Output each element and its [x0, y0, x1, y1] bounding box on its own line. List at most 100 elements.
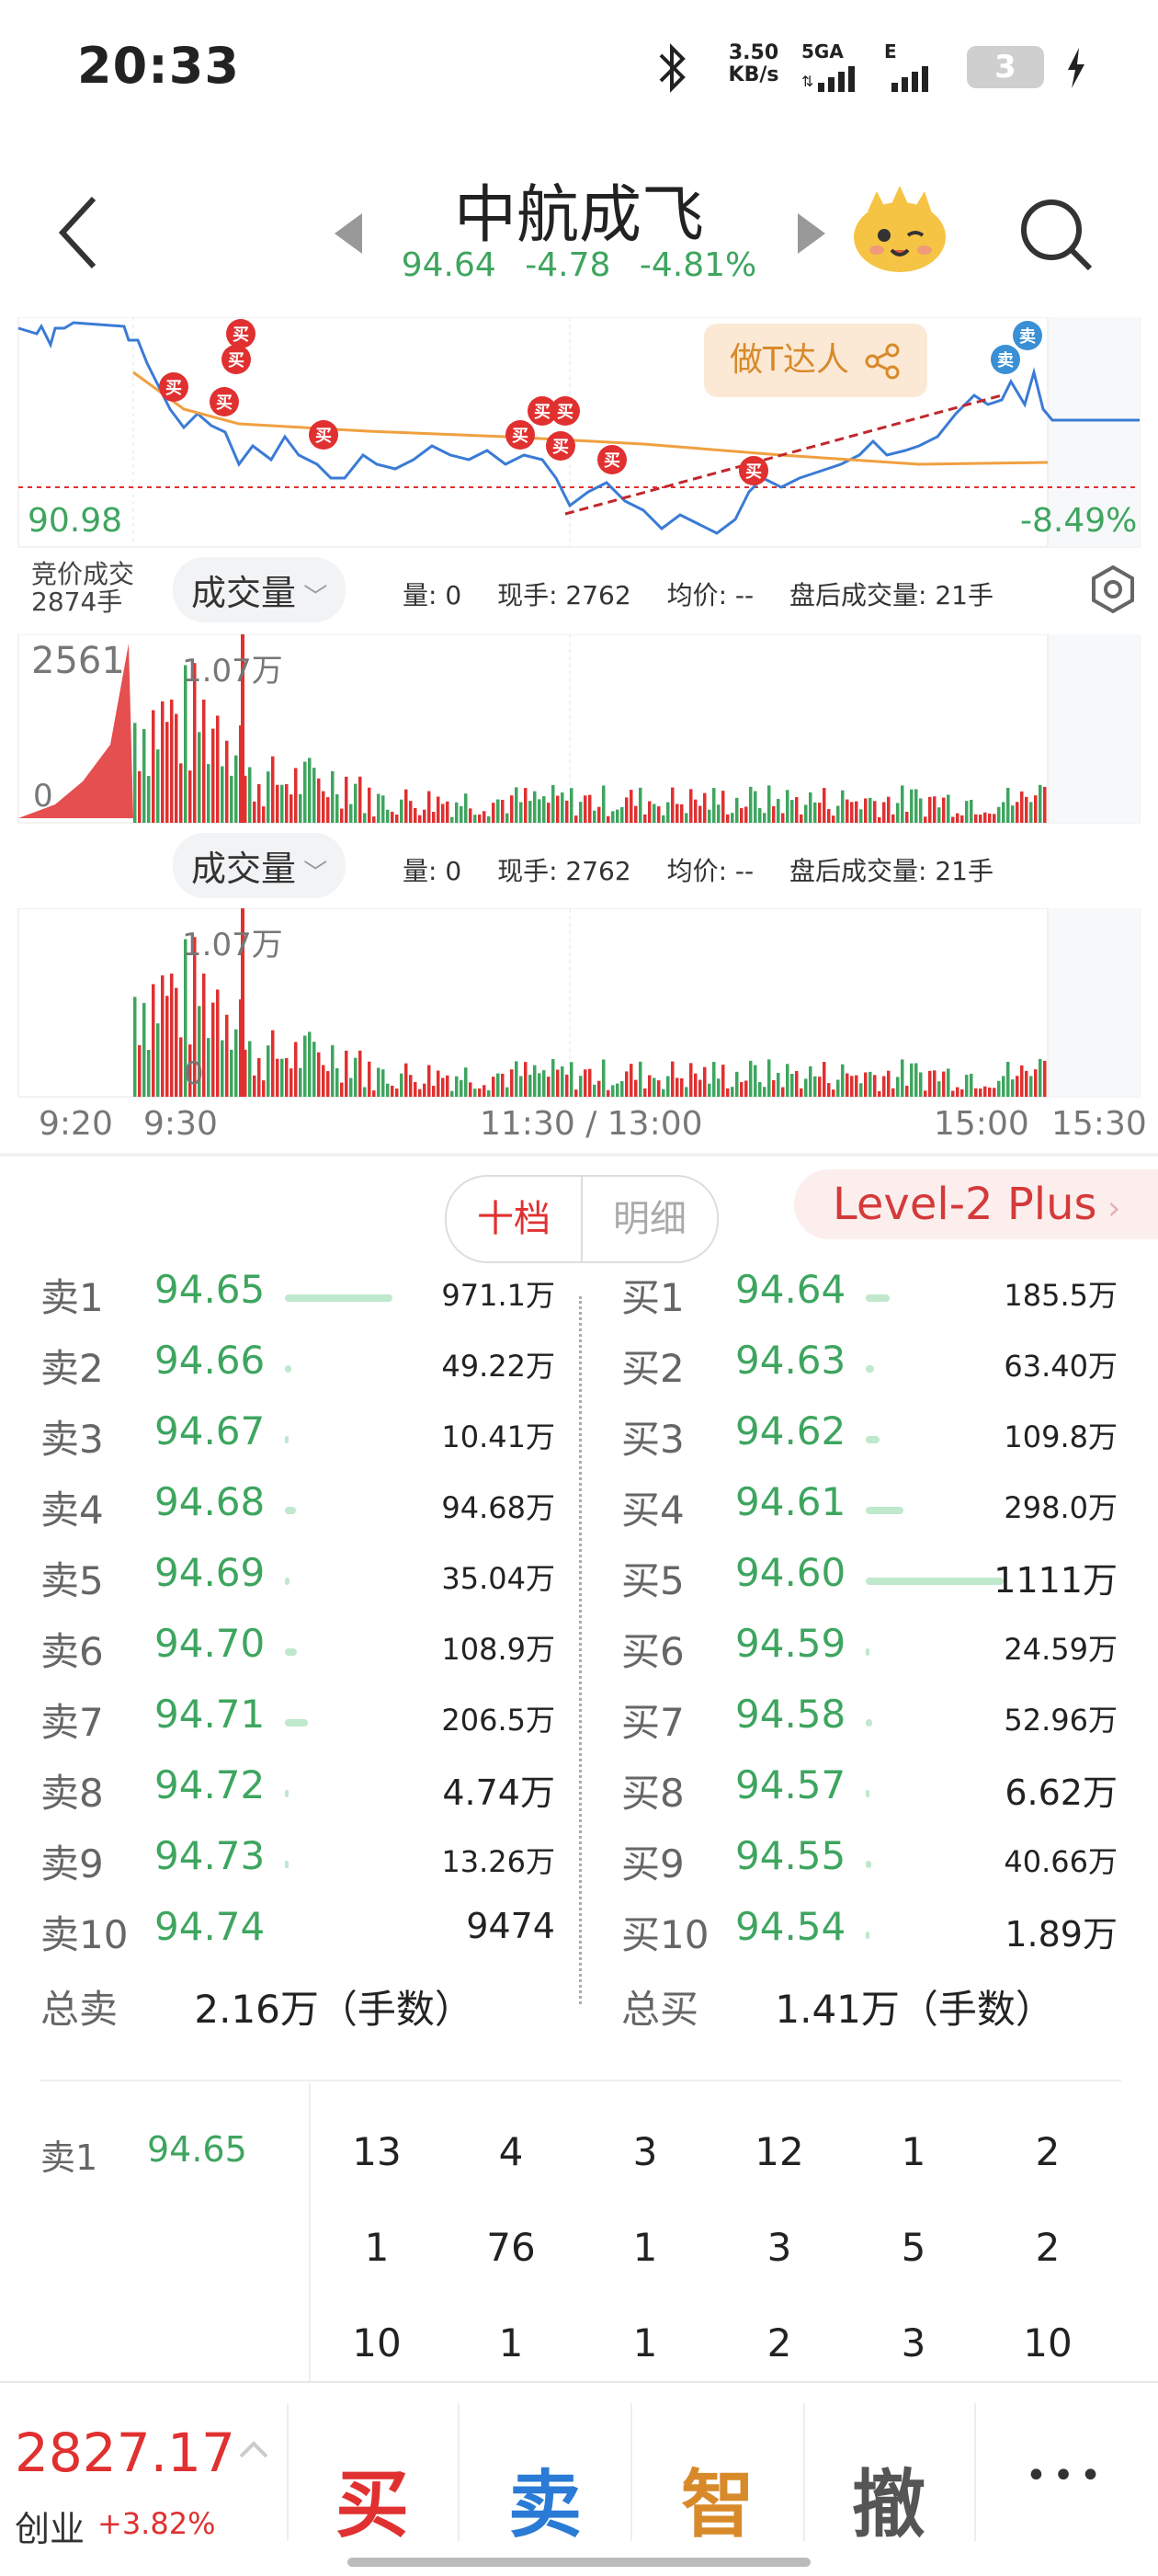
- volume-bar: [588, 1068, 592, 1097]
- buy-level-row[interactable]: 买9 94.55 40.66万: [621, 1833, 1118, 1899]
- volume-bar: [455, 802, 459, 823]
- volume-bar: [179, 763, 183, 823]
- volume-bar: [676, 804, 679, 823]
- volume-bar: [620, 1081, 624, 1097]
- sell-level-price: 94.73: [154, 1833, 266, 1878]
- volume-bar: [620, 807, 624, 823]
- volume-bar: [501, 1073, 505, 1097]
- volume-bar: [988, 813, 992, 823]
- sell-level-row[interactable]: 卖6 94.70 108.9万: [40, 1621, 555, 1687]
- volume-bar: [919, 1072, 923, 1097]
- volume-bar: [395, 1089, 399, 1097]
- tab-details[interactable]: 明细: [583, 1177, 717, 1261]
- buy-level-row[interactable]: 买3 94.62 109.8万: [621, 1408, 1118, 1475]
- divider: [287, 2403, 289, 2541]
- bluetooth-icon: [657, 42, 688, 97]
- sell-level-row[interactable]: 卖9 94.73 13.26万: [40, 1833, 555, 1899]
- mascot-icon[interactable]: [849, 184, 950, 279]
- volume-bar: [588, 794, 592, 823]
- volume-bar: [253, 801, 256, 823]
- volume-bar: [432, 812, 436, 823]
- volume-bar: [551, 1058, 555, 1097]
- volume-bar: [689, 1063, 693, 1097]
- volume-zero-2: 0: [184, 1055, 204, 1092]
- volume-bar: [312, 768, 316, 823]
- buy-level-row[interactable]: 买2 94.63 63.40万: [621, 1338, 1118, 1404]
- do-t-badge[interactable]: 做T达人: [704, 324, 928, 397]
- sell-level-row[interactable]: 卖7 94.71 206.5万: [40, 1692, 555, 1758]
- buy-level-row[interactable]: 买6 94.59 24.59万: [621, 1621, 1118, 1687]
- divider: [803, 2403, 805, 2541]
- volume-bar: [873, 1075, 877, 1097]
- sell-level-price: 94.65: [154, 1267, 266, 1312]
- volume-bar: [956, 813, 959, 823]
- sell-level-label: 卖4: [40, 1487, 104, 1533]
- volume-bar: [749, 786, 753, 823]
- buy-level-row[interactable]: 买5 94.60 1111万: [621, 1550, 1118, 1616]
- volume-bar: [446, 1075, 449, 1097]
- time-axis: 9:20 9:30 11:30 / 13:00 15:00 15:30: [39, 1105, 1147, 1143]
- sell-button[interactable]: 卖: [476, 2445, 614, 2552]
- index-value[interactable]: 2827.17: [15, 2422, 235, 2484]
- volume-bar: [611, 1085, 615, 1097]
- queue-label: 卖1: [40, 2137, 98, 2178]
- sell-level-row[interactable]: 卖4 94.68 94.68万: [40, 1479, 555, 1545]
- buy-level-row[interactable]: 买8 94.57 6.62万: [621, 1762, 1118, 1829]
- volume-stats-1: 量: 0 现手: 2762 均价: -- 盘后成交量: 21手: [403, 580, 993, 610]
- volume-bar: [694, 799, 698, 823]
- smart-button[interactable]: 智: [649, 2445, 787, 2552]
- search-icon[interactable]: [1016, 195, 1096, 278]
- volume-bar: [1016, 1076, 1019, 1097]
- volume-bar: [294, 768, 298, 823]
- volume-bar: [528, 1075, 532, 1097]
- svg-text:卖: 卖: [1019, 326, 1036, 347]
- sell-level-row[interactable]: 卖3 94.67 10.41万: [40, 1408, 555, 1475]
- sell-level-row[interactable]: 卖1 94.65 971.1万: [40, 1267, 555, 1333]
- volume-selector-2[interactable]: 成交量 ﹀: [173, 833, 346, 898]
- buy-button[interactable]: 买: [303, 2445, 441, 2552]
- buy-volume-bar: [866, 1648, 869, 1656]
- volume-bar: [905, 1085, 909, 1097]
- volume-selector-1[interactable]: 成交量 ﹀: [173, 557, 346, 622]
- volume-chart-2[interactable]: [0, 907, 1158, 1098]
- buy-level-label: 买5: [621, 1558, 685, 1603]
- intraday-chart[interactable]: 买 买 买 买 买 买 买 买 买 买 买 卖 卖: [0, 316, 1158, 552]
- svg-text:买: 买: [216, 393, 233, 413]
- buy-level-row[interactable]: 买7 94.58 52.96万: [621, 1692, 1118, 1758]
- sell-level-row[interactable]: 卖8 94.72 4.74万: [40, 1762, 555, 1829]
- sell-level-row[interactable]: 卖5 94.69 35.04万: [40, 1550, 555, 1616]
- volume-bar: [1025, 796, 1028, 823]
- volume-bar: [579, 1076, 583, 1097]
- sell-level-row[interactable]: 卖10 94.74 9474: [40, 1904, 555, 1970]
- chevron-up-icon[interactable]: [237, 2438, 270, 2464]
- settings-icon[interactable]: [1088, 564, 1138, 618]
- volume-chart-1[interactable]: [0, 633, 1158, 824]
- volume-bar: [653, 804, 656, 823]
- volume-bar: [740, 808, 744, 823]
- next-stock-button[interactable]: [796, 213, 825, 257]
- sell-level-row[interactable]: 卖2 94.66 49.22万: [40, 1338, 555, 1404]
- volume-bar: [326, 1071, 330, 1097]
- volume-bar: [133, 997, 137, 1097]
- volume-bar: [285, 1057, 289, 1097]
- volume-bar: [308, 758, 312, 823]
- more-button[interactable]: •••: [1002, 2455, 1130, 2497]
- buy-level-price: 94.57: [735, 1762, 846, 1807]
- volume-bar: [841, 790, 845, 823]
- cancel-order-button[interactable]: 撤: [820, 2445, 958, 2552]
- buy-level-row[interactable]: 买1 94.64 185.5万: [621, 1267, 1118, 1333]
- volume-bar: [496, 1073, 500, 1097]
- buy-level-row[interactable]: 买4 94.61 298.0万: [621, 1479, 1118, 1545]
- volume-bar: [248, 767, 252, 823]
- sell-level-label: 卖2: [40, 1346, 104, 1391]
- volume-bar: [152, 984, 155, 1097]
- volume-bar: [1006, 1061, 1010, 1097]
- tab-ten-levels[interactable]: 十档: [447, 1177, 583, 1261]
- signal-5g-icon: 5GA ⇅: [801, 40, 875, 97]
- sell-volume-bar: [285, 1790, 289, 1797]
- volume-bar: [207, 1038, 210, 1097]
- queue-order-size: 1: [632, 2320, 658, 2365]
- buy-level-row[interactable]: 买10 94.54 1.89万: [621, 1904, 1118, 1970]
- volume-bar: [597, 1080, 601, 1097]
- level2-plus-banner[interactable]: Level-2 Plus ›: [794, 1169, 1158, 1239]
